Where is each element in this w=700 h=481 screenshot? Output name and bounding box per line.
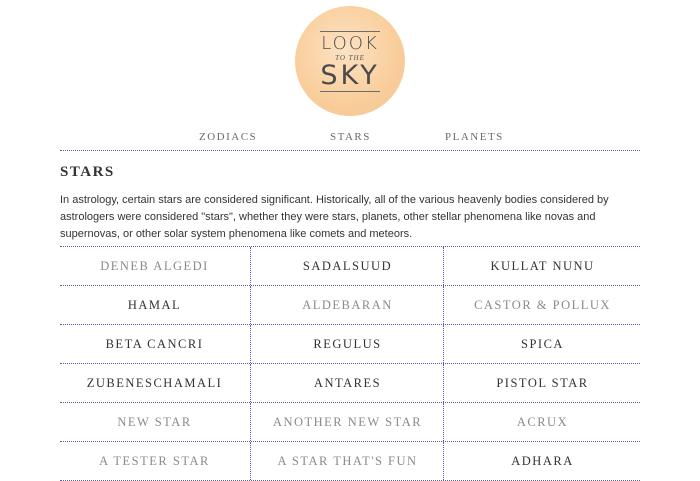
- nav-link-zodiacs[interactable]: ZODIACS: [199, 131, 257, 143]
- star-link[interactable]: A TESTER STAR: [60, 442, 249, 480]
- star-link[interactable]: A STAR THAT'S FUN: [250, 442, 444, 480]
- main-nav: ZODIACS STARS PLANETS: [60, 131, 640, 145]
- logo-bottom-rule: [320, 91, 380, 92]
- star-link[interactable]: DENEB ALGEDI: [60, 247, 249, 285]
- star-link[interactable]: SPICA: [443, 325, 641, 363]
- nav-divider: [60, 150, 640, 151]
- star-link[interactable]: CASTOR & POLLUX: [443, 286, 641, 324]
- star-link[interactable]: ALDEBARAN: [250, 286, 444, 324]
- stars-grid: DENEB ALGEDI SADALSUUD KULLAT NUNU HAMAL ALD…: [60, 247, 640, 481]
- star-link[interactable]: KULLAT NUNU: [443, 247, 641, 285]
- logo-sky-text: SKY: [320, 60, 380, 91]
- star-link[interactable]: REGULUS: [250, 325, 444, 363]
- logo-top-rule: [320, 31, 380, 32]
- star-link[interactable]: ANOTHER NEW STAR: [250, 403, 444, 441]
- nav-link-planets[interactable]: PLANETS: [445, 131, 504, 143]
- star-link[interactable]: ANTARES: [250, 364, 444, 402]
- star-grid-row: HAMAL ALDEBARAN CASTOR & POLLUX: [60, 286, 640, 325]
- star-link[interactable]: SADALSUUD: [250, 247, 444, 285]
- nav-link-stars[interactable]: STARS: [330, 131, 371, 143]
- star-grid-row: BETA CANCRI REGULUS SPICA: [60, 325, 640, 364]
- star-grid-row: A TESTER STAR A STAR THAT'S FUN ADHARA: [60, 442, 640, 481]
- page-title: STARS: [60, 164, 115, 180]
- star-link[interactable]: ZUBENESCHAMALI: [60, 364, 249, 402]
- logo-look-text: LOOK: [321, 33, 379, 54]
- star-link[interactable]: BETA CANCRI: [60, 325, 249, 363]
- star-link[interactable]: PISTOL STAR: [443, 364, 641, 402]
- star-grid-row: NEW STAR ANOTHER NEW STAR ACRUX: [60, 403, 640, 442]
- site-logo[interactable]: LOOK TO THE SKY: [295, 6, 405, 116]
- star-link[interactable]: ACRUX: [443, 403, 641, 441]
- intro-paragraph: In astrology, certain stars are consider…: [60, 194, 609, 240]
- star-link[interactable]: NEW STAR: [60, 403, 249, 441]
- star-grid-row: ZUBENESCHAMALI ANTARES PISTOL STAR: [60, 364, 640, 403]
- star-link[interactable]: HAMAL: [60, 286, 249, 324]
- star-grid-row: DENEB ALGEDI SADALSUUD KULLAT NUNU: [60, 247, 640, 286]
- star-link[interactable]: ADHARA: [443, 442, 641, 480]
